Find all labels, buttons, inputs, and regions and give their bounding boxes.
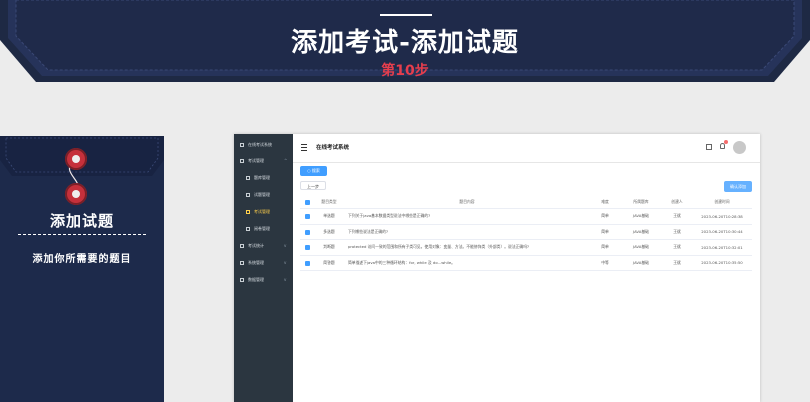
table-row[interactable]: 多选题 下列哪些说法是正确的? 简单 JAVA基础 王斌 2023-06-20T…: [300, 224, 752, 240]
cell-content: protected 访问一致的范围和所有子类可见。使用对象：变量、方法。不能修饰…: [344, 239, 590, 256]
sidebar-item-system[interactable]: 系统管理 v: [234, 256, 293, 270]
cell-time: 2023-06-20T10:28:38: [692, 208, 752, 225]
fullscreen-icon[interactable]: [706, 144, 712, 150]
question-table: 题目类型 题目内容 难度 所属题库 创建人 创建时间 单选题 下列关于java基…: [300, 196, 752, 271]
column-header: 创建时间: [692, 196, 752, 209]
cell-creator: 王斌: [662, 255, 692, 271]
column-header: 难度: [590, 196, 620, 209]
document-icon: [240, 159, 244, 163]
monitor-icon: [240, 143, 244, 147]
sidebar-item-statistics[interactable]: 考试统计 v: [234, 239, 293, 253]
book-icon: [246, 176, 250, 180]
chevron-down-icon: v: [284, 277, 287, 282]
cell-type: 判断题: [314, 239, 344, 256]
hamburger-icon[interactable]: [301, 144, 307, 151]
banner-divider: [380, 14, 432, 16]
envelope-divider: [18, 234, 146, 235]
cell-time: 2023-06-20T10:35:50: [692, 255, 752, 271]
cell-time: 2023-06-20T10:30:44: [692, 224, 752, 240]
chevron-up-icon: ^: [284, 158, 288, 163]
sidebar-brand[interactable]: 在线考试系统: [234, 138, 293, 152]
header-bar: 在线考试系统: [293, 134, 760, 163]
cell-difficulty: 简单: [590, 224, 620, 240]
page-title: 添加考试-添加试题: [291, 28, 519, 58]
chevron-down-icon: v: [284, 260, 287, 265]
cell-difficulty: 中等: [590, 255, 620, 271]
row-checkbox[interactable]: [300, 255, 314, 271]
cell-difficulty: 简单: [590, 208, 620, 225]
table-row[interactable]: 单选题 下列关于java基本数据类型说法中哪些是正确的? 简单 JAVA基础 王…: [300, 208, 752, 225]
cell-content: 简单描述下java中的三种循环结构：for, while 及 do...whil…: [344, 255, 590, 271]
cell-type: 多选题: [314, 224, 344, 240]
sidebar: 在线考试系统 考试管理 ^ 题库管理 试题管理 考试管理 阅卷管理 考试统计 v: [234, 134, 293, 402]
chart-icon: [240, 244, 244, 248]
cell-bank: JAVA基础: [620, 224, 662, 240]
column-header: 所属题库: [620, 196, 662, 209]
cell-time: 2023-06-20T10:32:01: [692, 239, 752, 256]
column-header: 题目类型: [314, 196, 344, 209]
search-button[interactable]: ○ 搜索: [300, 166, 327, 176]
column-header: 创建人: [662, 196, 692, 209]
bell-icon[interactable]: [720, 143, 725, 149]
avatar[interactable]: [733, 141, 746, 154]
sidebar-item-exam-management[interactable]: 考试管理 ^: [234, 154, 293, 168]
step-label: 第10步: [381, 63, 429, 79]
table-row[interactable]: 判断题 protected 访问一致的范围和所有子类可见。使用对象：变量、方法。…: [300, 239, 752, 256]
table-row[interactable]: 简答题 简单描述下java中的三种循环结构：for, while 及 do...…: [300, 255, 752, 271]
cell-content: 下列关于java基本数据类型说法中哪些是正确的?: [344, 208, 590, 225]
cell-difficulty: 简单: [590, 239, 620, 256]
sidebar-item-exams[interactable]: 考试管理: [234, 205, 293, 219]
sidebar-item-questions[interactable]: 试题管理: [234, 188, 293, 202]
sidebar-item-bank[interactable]: 题库管理: [234, 171, 293, 185]
cell-bank: JAVA基础: [620, 208, 662, 225]
envelope-subtitle: 添加你所需要的题目: [32, 254, 132, 265]
main-content: 在线考试系统 ○ 搜索 上一步 确认添加 题目类型 题目内容 难度 所属题库 创…: [293, 134, 760, 402]
cell-content: 下列哪些说法是正确的?: [344, 224, 590, 240]
sidebar-item-data[interactable]: 数据管理 v: [234, 273, 293, 287]
exam-icon: [246, 210, 250, 214]
table-header-row: 题目类型 题目内容 难度 所属题库 创建人 创建时间: [300, 196, 752, 209]
row-checkbox[interactable]: [300, 239, 314, 256]
notification-badge: [724, 140, 728, 144]
list-icon: [246, 193, 250, 197]
row-checkbox[interactable]: [300, 208, 314, 225]
envelope-panel: 添加试题 添加你所需要的题目: [0, 136, 164, 402]
cell-creator: 王斌: [662, 224, 692, 240]
confirm-add-button[interactable]: 确认添加: [724, 181, 752, 192]
chevron-down-icon: v: [284, 243, 287, 248]
row-checkbox[interactable]: [300, 224, 314, 240]
sidebar-item-grading[interactable]: 阅卷管理: [234, 222, 293, 236]
envelope-button-bottom: [65, 183, 87, 205]
cell-bank: JAVA基础: [620, 239, 662, 256]
top-banner: 添加考试-添加试题 第10步: [0, 0, 810, 92]
cell-type: 简答题: [314, 255, 344, 271]
previous-step-button[interactable]: 上一步: [300, 181, 326, 190]
app-window: 在线考试系统 考试管理 ^ 题库管理 试题管理 考试管理 阅卷管理 考试统计 v: [234, 134, 760, 402]
select-all-checkbox[interactable]: [300, 196, 314, 209]
database-icon: [240, 278, 244, 282]
cell-creator: 王斌: [662, 208, 692, 225]
edit-icon: [246, 227, 250, 231]
cell-type: 单选题: [314, 208, 344, 225]
cell-bank: JAVA基础: [620, 255, 662, 271]
envelope-title: 添加试题: [49, 212, 114, 230]
column-header: 题目内容: [344, 196, 590, 209]
system-title: 在线考试系统: [316, 145, 350, 151]
gear-icon: [240, 261, 244, 265]
envelope-button-top: [65, 148, 87, 170]
cell-creator: 王斌: [662, 239, 692, 256]
